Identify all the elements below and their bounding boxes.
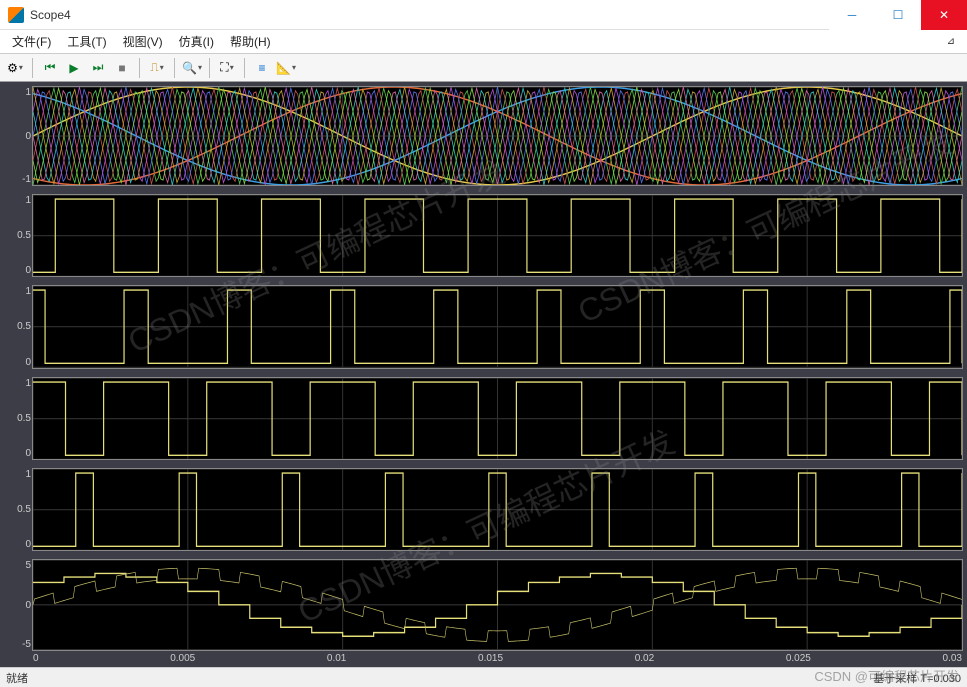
separator (32, 58, 33, 78)
yaxis-labels: 10-1 (7, 87, 31, 185)
plot-row-5: 50-5 00.0050.01 0.0150.020.0250.03 (32, 559, 963, 651)
plot-row-1: 10.50 (32, 194, 963, 277)
plot-3[interactable]: 10.50 (32, 377, 963, 460)
xaxis-labels: 00.0050.01 0.0150.020.0250.03 (33, 653, 962, 664)
yaxis-labels: 10.50 (7, 378, 31, 459)
plot-row-3: 10.50 (32, 377, 963, 460)
plot-row-4: 10.50 (32, 468, 963, 551)
stop-button[interactable]: ■ (111, 57, 133, 79)
maximize-button[interactable]: ☐ (875, 0, 921, 30)
step-fwd-icon: ⏭ (93, 60, 104, 75)
window-title: Scope4 (30, 8, 829, 22)
settings-button[interactable]: ⚙▾ (4, 57, 26, 79)
menubar: 文件(F) 工具(T) 视图(V) 仿真(I) 帮助(H) ⊿ (0, 30, 967, 54)
separator (174, 58, 175, 78)
zoom-button[interactable]: 🔍▾ (181, 57, 203, 79)
autoscale-icon: ⛶ (220, 60, 228, 75)
yaxis-labels: 10.50 (7, 195, 31, 276)
cursors-icon: ≡ (258, 61, 265, 75)
yaxis-labels: 10.50 (7, 286, 31, 367)
signal-icon: ⎍ (150, 60, 158, 75)
plot-row-0: 10-1 (32, 86, 963, 186)
menu-help[interactable]: 帮助(H) (222, 31, 279, 52)
csdn-watermark: CSDN @可编程芯片开发 (814, 666, 959, 685)
toolbar: ⚙▾ ⏮ ▶ ⏭ ■ ⎍▾ 🔍▾ ⛶▾ ≡ 📐▾ (0, 54, 967, 82)
status-left: 就绪 (6, 670, 28, 686)
measure-button[interactable]: 📐▾ (275, 57, 297, 79)
yaxis-labels: 50-5 (7, 560, 31, 650)
plot-5[interactable]: 50-5 00.0050.01 0.0150.020.0250.03 (32, 559, 963, 651)
plot-1[interactable]: 10.50 (32, 194, 963, 277)
autoscale-button[interactable]: ⛶▾ (216, 57, 238, 79)
play-icon: ▶ (69, 61, 78, 75)
menu-tools[interactable]: 工具(T) (59, 31, 114, 52)
close-button[interactable]: ✕ (921, 0, 967, 30)
zoom-icon: 🔍 (182, 61, 197, 75)
cursors-button[interactable]: ≡ (251, 57, 273, 79)
separator (209, 58, 210, 78)
step-back-icon: ⏮ (45, 60, 56, 75)
plot-4[interactable]: 10.50 (32, 468, 963, 551)
titlebar: Scope4 ─ ☐ ✕ (0, 0, 967, 30)
app-logo-icon (8, 7, 24, 23)
menu-view[interactable]: 视图(V) (115, 31, 171, 52)
stop-icon: ■ (118, 61, 125, 75)
yaxis-labels: 10.50 (7, 469, 31, 550)
run-button[interactable]: ▶ (63, 57, 85, 79)
measure-icon: 📐 (276, 61, 291, 75)
menu-sim[interactable]: 仿真(I) (171, 31, 222, 52)
gear-icon: ⚙ (7, 61, 18, 75)
menu-overflow-icon[interactable]: ⊿ (939, 36, 963, 47)
plot-0[interactable]: 10-1 (32, 86, 963, 186)
separator (139, 58, 140, 78)
step-back-button[interactable]: ⏮ (39, 57, 61, 79)
separator (244, 58, 245, 78)
step-forward-button[interactable]: ⏭ (87, 57, 109, 79)
plot-row-2: 10.50 (32, 285, 963, 368)
plot-area: ⤢ 10-1 10.50 10.50 10.50 (0, 82, 967, 667)
menu-file[interactable]: 文件(F) (4, 31, 59, 52)
signal-select-button[interactable]: ⎍▾ (146, 57, 168, 79)
minimize-button[interactable]: ─ (829, 0, 875, 30)
plot-2[interactable]: 10.50 (32, 285, 963, 368)
